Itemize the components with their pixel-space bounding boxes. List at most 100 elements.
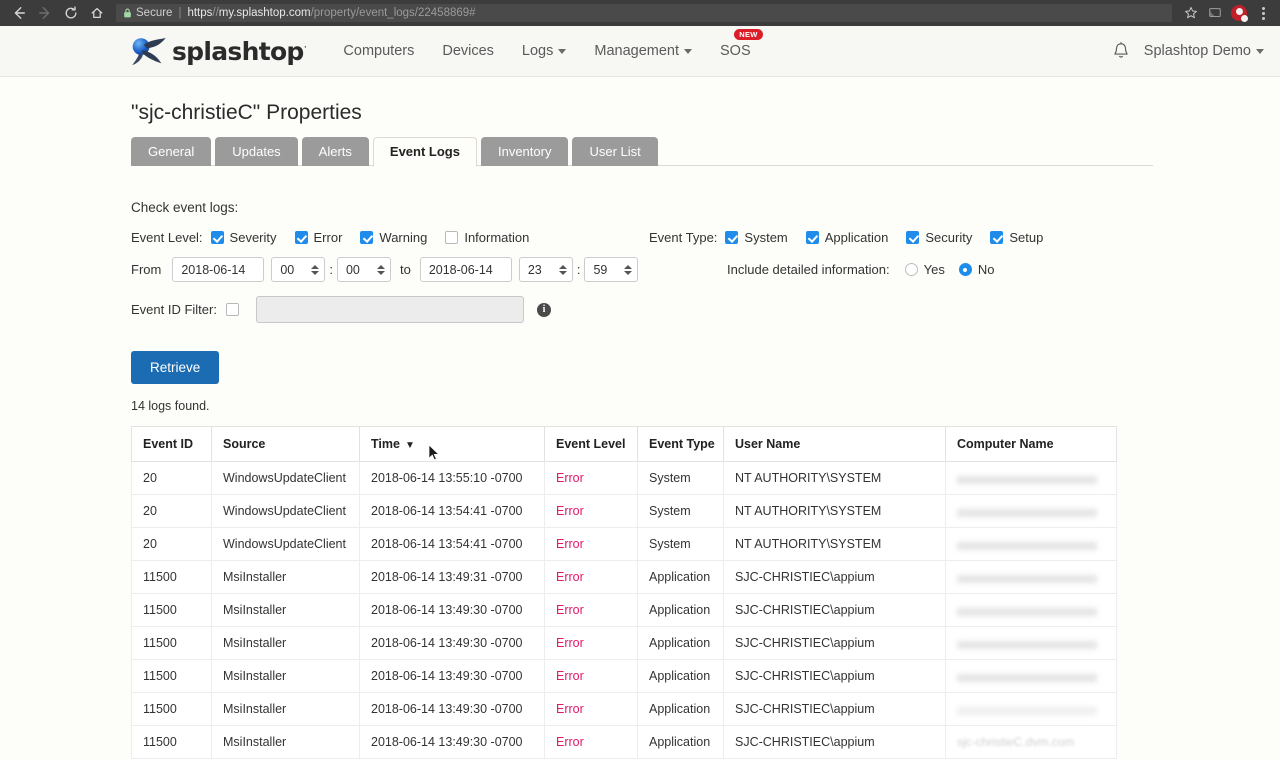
cell-event-type: Application xyxy=(638,594,724,627)
table-row[interactable]: 20WindowsUpdateClient2018-06-14 13:55:10… xyxy=(132,462,1117,495)
checkbox-label: Warning xyxy=(379,230,427,245)
brand-logo[interactable]: splashtop· xyxy=(131,36,306,66)
nav-link-label: Computers xyxy=(343,43,414,59)
cell-event-id: 20 xyxy=(132,528,212,561)
home-icon[interactable] xyxy=(84,0,110,26)
column-header-event-level[interactable]: Event Level xyxy=(545,427,638,462)
cell-event-level: Error xyxy=(545,561,638,594)
retrieve-button[interactable]: Retrieve xyxy=(131,351,219,384)
url-scheme: https xyxy=(187,7,212,19)
checkbox-system[interactable]: System xyxy=(725,230,787,245)
checkbox-setup[interactable]: Setup xyxy=(990,230,1043,245)
time-colon: : xyxy=(329,262,333,277)
checkbox-box xyxy=(360,231,373,244)
checkbox-security[interactable]: Security xyxy=(906,230,972,245)
cell-time: 2018-06-14 13:49:30 -0700 xyxy=(360,627,545,660)
event-level-label: Event Level: xyxy=(131,230,203,245)
table-row[interactable]: 20WindowsUpdateClient2018-06-14 13:54:41… xyxy=(132,495,1117,528)
radio-label: No xyxy=(978,262,995,277)
checkbox-application[interactable]: Application xyxy=(806,230,889,245)
from-hour-value: 00 xyxy=(280,263,294,277)
cell-event-type: System xyxy=(638,462,724,495)
nav-link-management[interactable]: Management xyxy=(580,43,706,59)
to-hour-stepper[interactable]: 23 xyxy=(519,257,573,282)
lock-icon xyxy=(123,8,132,18)
table-row[interactable]: 11500MsiInstaller2018-06-14 13:49:30 -07… xyxy=(132,660,1117,693)
tab-user-list[interactable]: User List xyxy=(572,137,657,166)
to-date-input[interactable]: 2018-06-14 xyxy=(420,257,512,282)
tab-inventory[interactable]: Inventory xyxy=(481,137,568,166)
radio-yes[interactable]: Yes xyxy=(905,262,945,277)
radio-no[interactable]: No xyxy=(959,262,995,277)
reload-icon[interactable] xyxy=(58,0,84,26)
nav-link-sos[interactable]: NEWSOS xyxy=(706,43,765,59)
app-navbar: splashtop· Computers Devices Logs Manage… xyxy=(0,26,1280,77)
checkbox-label: Severity xyxy=(230,230,277,245)
account-menu[interactable]: Splashtop Demo xyxy=(1144,43,1264,59)
nav-link-devices[interactable]: Devices xyxy=(428,43,508,59)
checkbox-event-id-filter[interactable] xyxy=(226,303,239,316)
back-arrow-icon[interactable] xyxy=(6,0,32,26)
radio-circle xyxy=(959,263,972,276)
column-header-event-id[interactable]: Event ID xyxy=(132,427,212,462)
info-icon[interactable]: i xyxy=(537,303,551,317)
from-minute-stepper[interactable]: 00 xyxy=(337,257,391,282)
stepper-arrows-icon[interactable] xyxy=(559,265,567,275)
table-row[interactable]: 11500MsiInstaller2018-06-14 13:49:30 -07… xyxy=(132,726,1117,759)
star-icon[interactable] xyxy=(1180,2,1202,24)
cell-event-type: Application xyxy=(638,726,724,759)
to-minute-value: 59 xyxy=(593,263,607,277)
tab-alerts[interactable]: Alerts xyxy=(302,137,369,166)
checkbox-information[interactable]: Information xyxy=(445,230,529,245)
nav-link-computers[interactable]: Computers xyxy=(329,43,428,59)
nav-link-label: SOS xyxy=(720,43,751,59)
checkbox-box xyxy=(725,231,738,244)
event-id-input[interactable] xyxy=(256,296,524,323)
page-title: "sjc-christieC" Properties xyxy=(131,101,1280,125)
table-row[interactable]: 11500MsiInstaller2018-06-14 13:49:31 -07… xyxy=(132,561,1117,594)
address-bar[interactable]: Secure | https//my.splashtop.com/propert… xyxy=(116,4,1172,22)
chevron-down-icon xyxy=(1256,49,1264,54)
cell-event-level: Error xyxy=(545,594,638,627)
stepper-arrows-icon[interactable] xyxy=(624,265,632,275)
cell-time: 2018-06-14 13:49:30 -0700 xyxy=(360,726,545,759)
checkbox-box xyxy=(445,231,458,244)
cell-event-level: Error xyxy=(545,462,638,495)
column-header-time[interactable]: Time▼ xyxy=(360,427,545,462)
table-row[interactable]: 11500MsiInstaller2018-06-14 13:49:30 -07… xyxy=(132,627,1117,660)
forward-arrow-icon[interactable] xyxy=(32,0,58,26)
stepper-arrows-icon[interactable] xyxy=(311,265,319,275)
checkbox-label: System xyxy=(744,230,787,245)
extension-badge-icon[interactable] xyxy=(1228,2,1250,24)
table-row[interactable]: 20WindowsUpdateClient2018-06-14 13:54:41… xyxy=(132,528,1117,561)
checkbox-error[interactable]: Error xyxy=(295,230,343,245)
nav-link-logs[interactable]: Logs xyxy=(508,43,580,59)
table-row[interactable]: 11500MsiInstaller2018-06-14 13:49:30 -07… xyxy=(132,693,1117,726)
cell-time: 2018-06-14 13:54:41 -0700 xyxy=(360,528,545,561)
stepper-arrows-icon[interactable] xyxy=(377,265,385,275)
kebab-menu-icon[interactable] xyxy=(1252,2,1274,24)
event-logs-table: Event ID Source Time▼ Event Level Event … xyxy=(131,426,1117,759)
checkbox-warning[interactable]: Warning xyxy=(360,230,427,245)
cast-icon[interactable] xyxy=(1204,2,1226,24)
cell-event-id: 11500 xyxy=(132,594,212,627)
tab-updates[interactable]: Updates xyxy=(215,137,297,166)
column-header-event-type[interactable]: Event Type xyxy=(638,427,724,462)
from-date-input[interactable]: 2018-06-14 xyxy=(172,257,264,282)
notification-bell-icon[interactable] xyxy=(1112,41,1130,61)
column-header-source[interactable]: Source xyxy=(212,427,360,462)
column-header-computer-name[interactable]: Computer Name xyxy=(946,427,1117,462)
column-header-user-name[interactable]: User Name xyxy=(724,427,946,462)
detailed-info-group: Include detailed information: Yes No xyxy=(727,262,1008,277)
splashtop-logo-icon xyxy=(131,36,167,66)
cell-computer-name xyxy=(946,660,1117,693)
checkbox-label: Error xyxy=(314,230,343,245)
tab-event-logs[interactable]: Event Logs xyxy=(373,137,477,167)
tab-general[interactable]: General xyxy=(131,137,211,166)
event-id-filter-label: Event ID Filter: xyxy=(131,302,217,317)
checkbox-severity[interactable]: Severity xyxy=(211,230,277,245)
to-minute-stepper[interactable]: 59 xyxy=(584,257,638,282)
from-hour-stepper[interactable]: 00 xyxy=(271,257,325,282)
table-row[interactable]: 11500MsiInstaller2018-06-14 13:49:30 -07… xyxy=(132,594,1117,627)
cell-computer-name xyxy=(946,693,1117,726)
